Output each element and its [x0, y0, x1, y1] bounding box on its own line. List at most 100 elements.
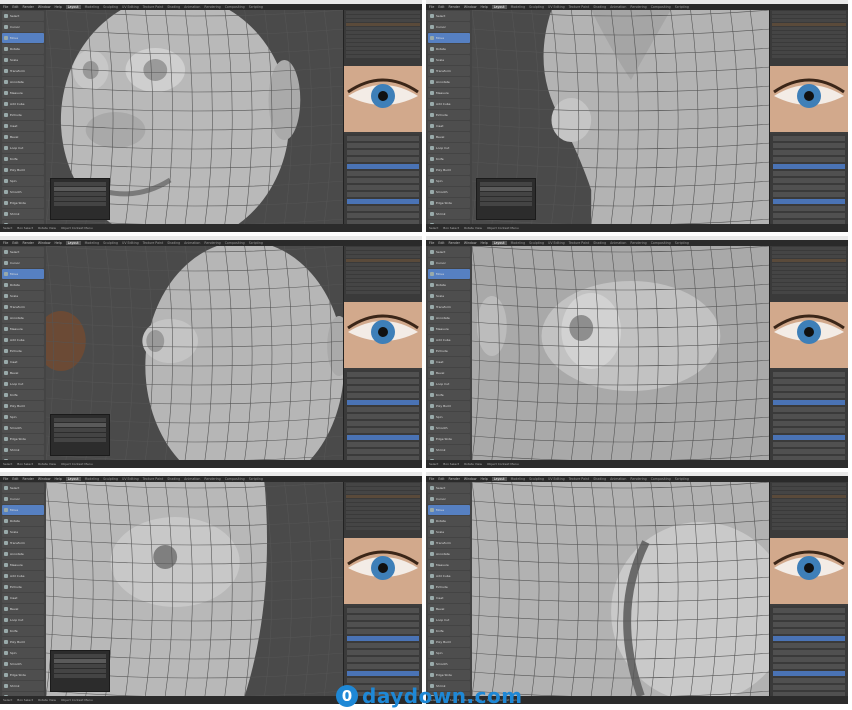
- outliner-row[interactable]: [772, 51, 846, 54]
- tool-add-cube[interactable]: Add Cube: [2, 571, 44, 581]
- tab-texture-paint[interactable]: Texture Paint: [143, 477, 164, 481]
- tool-annotate[interactable]: Annotate: [428, 77, 470, 87]
- property-field[interactable]: [773, 157, 845, 162]
- outliner-row[interactable]: [772, 527, 846, 530]
- outliner[interactable]: [770, 482, 848, 538]
- tool-loop-cut[interactable]: Loop Cut: [2, 615, 44, 625]
- tab-texture-paint[interactable]: Texture Paint: [143, 5, 164, 9]
- property-field[interactable]: [773, 407, 845, 412]
- tool-edge-slide[interactable]: Edge Slide: [2, 670, 44, 680]
- property-field[interactable]: [347, 150, 419, 155]
- outliner-row[interactable]: [346, 515, 420, 518]
- tab-animation[interactable]: Animation: [610, 477, 626, 481]
- operator-panel[interactable]: [476, 178, 536, 220]
- tool-move[interactable]: Move: [428, 505, 470, 515]
- property-field[interactable]: [773, 414, 845, 419]
- tool-smooth[interactable]: Smooth: [2, 659, 44, 669]
- tab-compositing[interactable]: Compositing: [225, 241, 245, 245]
- outliner-row[interactable]: [772, 19, 846, 22]
- tab-rendering[interactable]: Rendering: [204, 477, 220, 481]
- tool-transform[interactable]: Transform: [428, 66, 470, 76]
- property-field[interactable]: [773, 199, 845, 204]
- tool-cursor[interactable]: Cursor: [428, 22, 470, 32]
- outliner-row[interactable]: [346, 291, 420, 294]
- outliner-row[interactable]: [346, 495, 420, 498]
- tool-loop-cut[interactable]: Loop Cut: [2, 143, 44, 153]
- tab-modeling[interactable]: Modeling: [85, 241, 100, 245]
- outliner-row[interactable]: [346, 491, 420, 494]
- tab-modeling[interactable]: Modeling: [511, 5, 526, 9]
- outliner[interactable]: [344, 482, 422, 538]
- property-field[interactable]: [773, 664, 845, 669]
- operator-field[interactable]: [480, 202, 532, 206]
- tool-poly-build[interactable]: Poly Build: [2, 637, 44, 647]
- tool-rotate[interactable]: Rotate: [2, 44, 44, 54]
- tool-smooth[interactable]: Smooth: [2, 423, 44, 433]
- property-field[interactable]: [347, 178, 419, 183]
- menu-item-window[interactable]: Window: [464, 5, 477, 9]
- menu-item-render[interactable]: Render: [449, 5, 460, 9]
- tool-loop-cut[interactable]: Loop Cut: [428, 143, 470, 153]
- property-field[interactable]: [347, 435, 419, 440]
- tool-smooth[interactable]: Smooth: [428, 423, 470, 433]
- tab-rendering[interactable]: Rendering: [630, 477, 646, 481]
- operator-field[interactable]: [54, 674, 106, 678]
- menu-item-edit[interactable]: Edit: [12, 5, 18, 9]
- tool-move[interactable]: Move: [428, 33, 470, 43]
- tab-animation[interactable]: Animation: [184, 5, 200, 9]
- tab-modeling[interactable]: Modeling: [85, 5, 100, 9]
- menu-item-help[interactable]: Help: [480, 477, 487, 481]
- tool-add-cube[interactable]: Add Cube: [2, 335, 44, 345]
- menu-item-file[interactable]: File: [3, 241, 8, 245]
- outliner[interactable]: [344, 246, 422, 302]
- operator-panel[interactable]: [50, 414, 110, 456]
- tab-uv-editing[interactable]: UV Editing: [548, 5, 565, 9]
- tool-transform[interactable]: Transform: [2, 66, 44, 76]
- tab-layout[interactable]: Layout: [491, 477, 507, 481]
- tool-knife[interactable]: Knife: [2, 390, 44, 400]
- menu-item-edit[interactable]: Edit: [438, 477, 444, 481]
- outliner-row[interactable]: [772, 23, 846, 26]
- tab-compositing[interactable]: Compositing: [651, 477, 671, 481]
- operator-panel[interactable]: [50, 650, 110, 692]
- property-field[interactable]: [773, 171, 845, 176]
- tab-sculpting[interactable]: Sculpting: [103, 5, 118, 9]
- outliner-row[interactable]: [772, 487, 846, 490]
- tab-animation[interactable]: Animation: [184, 241, 200, 245]
- tool-spin[interactable]: Spin: [428, 176, 470, 186]
- property-field[interactable]: [347, 615, 419, 620]
- tab-rendering[interactable]: Rendering: [630, 5, 646, 9]
- tool-inset[interactable]: Inset: [428, 121, 470, 131]
- property-field[interactable]: [773, 442, 845, 447]
- tool-rotate[interactable]: Rotate: [2, 280, 44, 290]
- 3d-viewport[interactable]: [472, 10, 770, 224]
- property-field[interactable]: [773, 386, 845, 391]
- outliner-row[interactable]: [346, 283, 420, 286]
- tab-uv-editing[interactable]: UV Editing: [122, 477, 139, 481]
- tab-animation[interactable]: Animation: [184, 477, 200, 481]
- property-field[interactable]: [347, 386, 419, 391]
- property-field[interactable]: [347, 372, 419, 377]
- tool-move[interactable]: Move: [428, 269, 470, 279]
- tab-modeling[interactable]: Modeling: [511, 477, 526, 481]
- outliner-row[interactable]: [772, 247, 846, 250]
- mesh-render[interactable]: [472, 482, 770, 696]
- tool-select[interactable]: Select: [2, 11, 44, 21]
- outliner-row[interactable]: [346, 55, 420, 58]
- tab-texture-paint[interactable]: Texture Paint: [569, 477, 590, 481]
- outliner-row[interactable]: [346, 23, 420, 26]
- property-field[interactable]: [347, 608, 419, 613]
- tab-scripting[interactable]: Scripting: [675, 477, 689, 481]
- tool-transform[interactable]: Transform: [2, 538, 44, 548]
- operator-field[interactable]: [480, 192, 532, 196]
- tool-select[interactable]: Select: [428, 11, 470, 21]
- tool-smooth[interactable]: Smooth: [428, 659, 470, 669]
- tool-inset[interactable]: Inset: [428, 593, 470, 603]
- outliner-row[interactable]: [772, 271, 846, 274]
- tool-bevel[interactable]: Bevel: [2, 604, 44, 614]
- outliner-row[interactable]: [346, 511, 420, 514]
- menu-item-help[interactable]: Help: [480, 5, 487, 9]
- tool-edge-slide[interactable]: Edge Slide: [428, 434, 470, 444]
- outliner-row[interactable]: [772, 27, 846, 30]
- menu-item-render[interactable]: Render: [23, 241, 34, 245]
